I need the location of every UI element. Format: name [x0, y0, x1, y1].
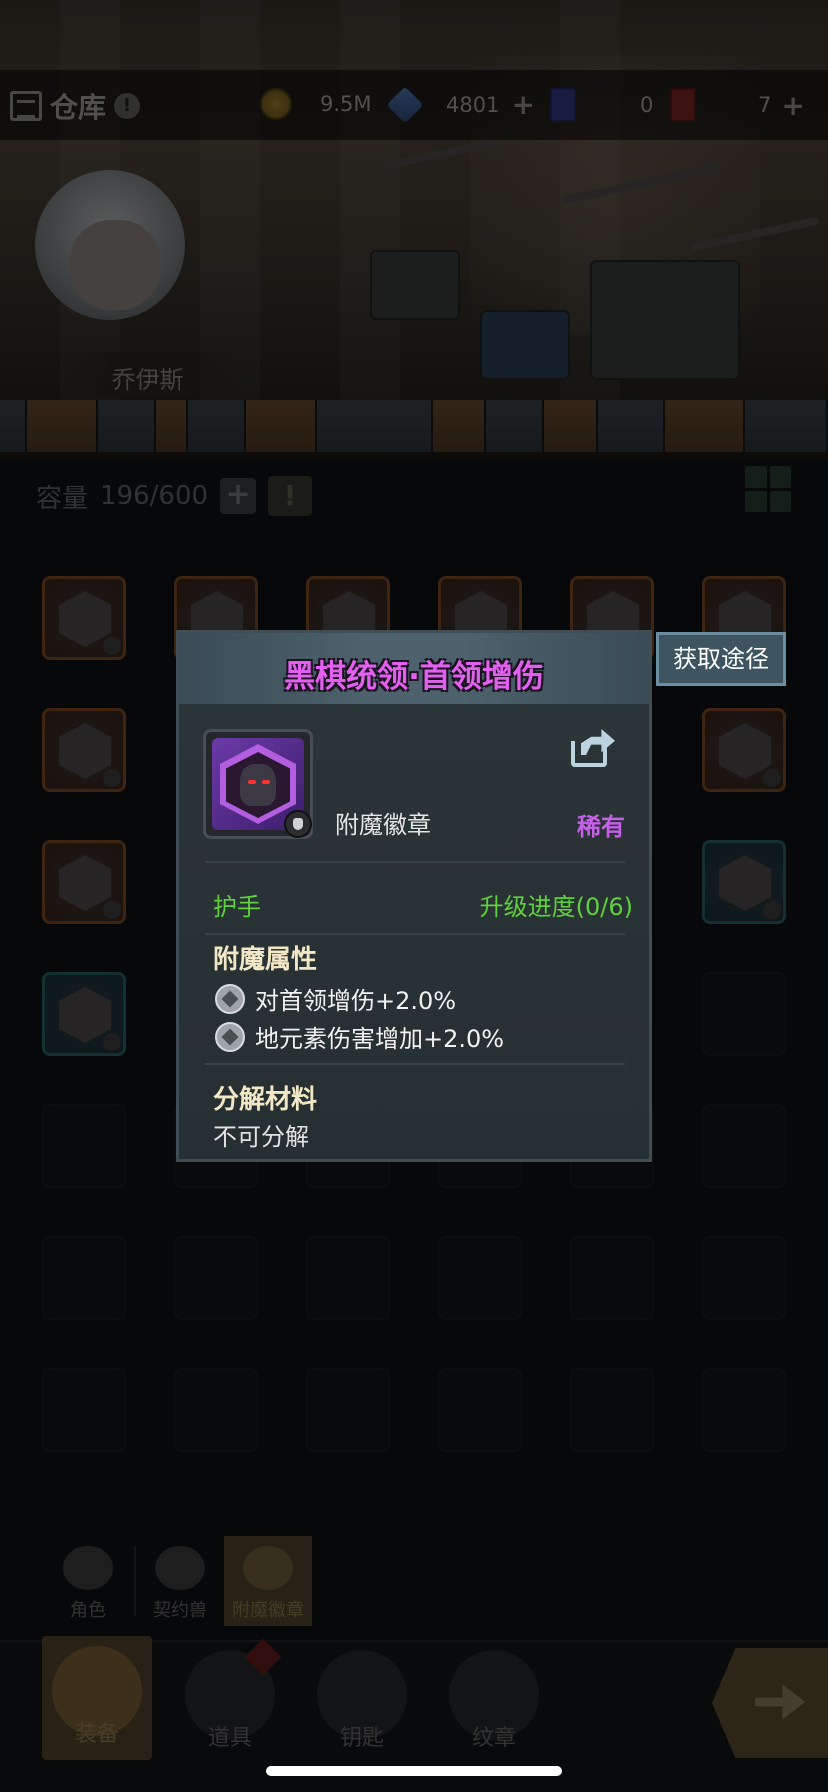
enchant-attributes-title: 附魔属性	[213, 945, 318, 975]
attribute-icon	[215, 983, 245, 1014]
gauntlet-badge-icon	[284, 810, 312, 838]
acquire-source-button[interactable]: 获取途径	[656, 632, 786, 686]
divider	[205, 933, 625, 935]
dark-knight-icon	[240, 764, 276, 806]
share-icon[interactable]	[571, 729, 615, 767]
attribute-text: 对首领增伤+2.0%	[255, 987, 457, 1015]
attribute-row: 地元素伤害增加+2.0%	[215, 1019, 504, 1054]
decompose-value: 不可分解	[213, 1123, 309, 1151]
equip-slot-label: 护手	[213, 893, 261, 921]
attribute-icon	[215, 1021, 245, 1052]
attribute-row: 对首领增伤+2.0%	[215, 981, 456, 1016]
item-type: 附魔徽章	[335, 811, 431, 839]
item-detail-popup: 黑棋统领·首领增伤 附魔徽章 稀有 护手 升级进度(0/6) 附魔属性 对首领增…	[176, 630, 652, 1162]
item-rarity: 稀有	[577, 813, 625, 841]
decompose-title: 分解材料	[213, 1085, 318, 1115]
home-indicator[interactable]	[266, 1766, 562, 1776]
popup-header: 黑棋统领·首领增伤	[179, 633, 649, 707]
attribute-text: 地元素伤害增加+2.0%	[255, 1025, 505, 1053]
item-title: 黑棋统领·首领增伤	[284, 659, 544, 695]
upgrade-progress: 升级进度(0/6)	[479, 893, 633, 921]
divider	[205, 861, 625, 863]
item-icon-frame	[203, 729, 313, 839]
divider	[205, 1063, 625, 1065]
